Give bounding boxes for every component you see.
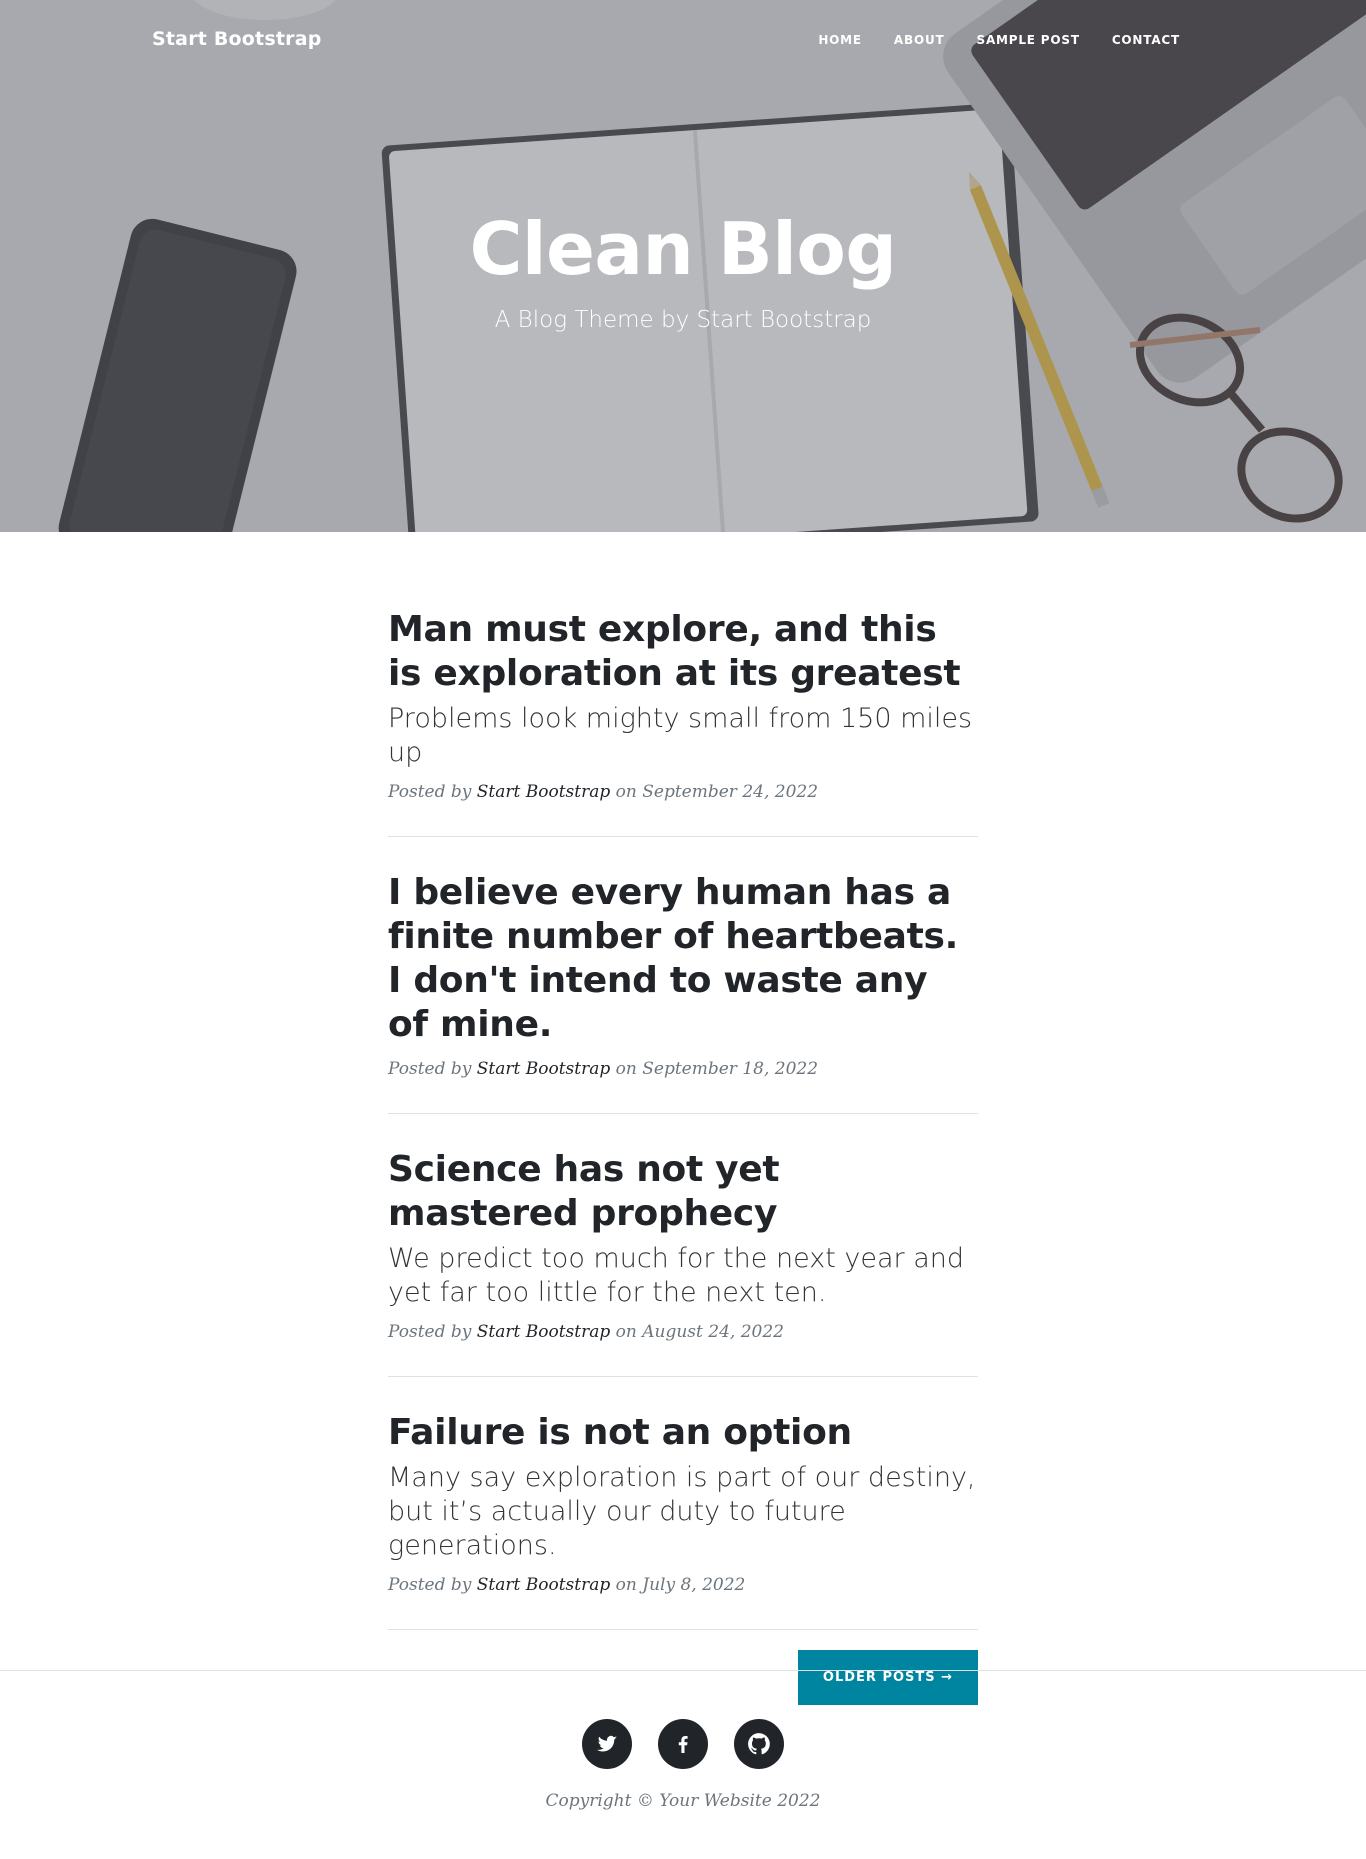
footer: Copyright © Your Website 2022 bbox=[0, 1670, 1366, 1811]
nav-link-contact[interactable]: Contact bbox=[1112, 33, 1180, 47]
post-meta-prefix: Posted by bbox=[388, 1575, 472, 1595]
post-meta-prefix: Posted by bbox=[388, 782, 472, 802]
post-meta-on: on bbox=[615, 782, 637, 802]
facebook-link[interactable] bbox=[658, 1719, 708, 1769]
twitter-link[interactable] bbox=[582, 1719, 632, 1769]
post-meta: Posted by Start Bootstrap on July 8, 202… bbox=[388, 1575, 978, 1595]
post-subtitle: Problems look mighty small from 150 mile… bbox=[388, 703, 973, 768]
github-link[interactable] bbox=[734, 1719, 784, 1769]
post-date: August 24, 2022 bbox=[642, 1322, 784, 1342]
copyright: Copyright © Your Website 2022 bbox=[545, 1791, 821, 1811]
post-link[interactable]: I believe every human has a finite numbe… bbox=[388, 871, 978, 1047]
post-meta-prefix: Posted by bbox=[388, 1322, 472, 1342]
post-list: Man must explore, and this is exploratio… bbox=[388, 532, 978, 1705]
post-meta-on: on bbox=[615, 1575, 637, 1595]
post-subtitle: We predict too much for the next year an… bbox=[388, 1243, 964, 1308]
post-preview: Failure is not an option Many say explor… bbox=[388, 1411, 978, 1630]
post-link[interactable]: Science has not yet mastered prophecy We… bbox=[388, 1148, 978, 1310]
post-meta: Posted by Start Bootstrap on September 2… bbox=[388, 782, 978, 802]
post-link[interactable]: Failure is not an option Many say explor… bbox=[388, 1411, 978, 1563]
post-title: Failure is not an option bbox=[388, 1412, 852, 1453]
post-subtitle: Many say exploration is part of our dest… bbox=[388, 1462, 976, 1561]
post-author-link[interactable]: Start Bootstrap bbox=[477, 1059, 610, 1079]
post-preview: I believe every human has a finite numbe… bbox=[388, 871, 978, 1114]
site-subheading: A Blog Theme by Start Bootstrap bbox=[494, 307, 872, 333]
post-meta-on: on bbox=[615, 1322, 637, 1342]
post-author-link[interactable]: Start Bootstrap bbox=[477, 1575, 610, 1595]
post-preview: Man must explore, and this is exploratio… bbox=[388, 608, 978, 837]
post-title: Man must explore, and this is exploratio… bbox=[388, 609, 961, 694]
social-links bbox=[0, 1719, 1366, 1769]
post-meta: Posted by Start Bootstrap on August 24, … bbox=[388, 1322, 978, 1342]
post-meta-on: on bbox=[615, 1059, 637, 1079]
github-icon bbox=[748, 1733, 770, 1755]
nav-link-sample-post[interactable]: Sample Post bbox=[977, 33, 1080, 47]
post-date: September 24, 2022 bbox=[642, 782, 819, 802]
site-heading: Clean Blog A Blog Theme by Start Bootstr… bbox=[0, 205, 1366, 333]
post-author-link[interactable]: Start Bootstrap bbox=[477, 782, 610, 802]
post-author-link[interactable]: Start Bootstrap bbox=[477, 1322, 610, 1342]
masthead: Start Bootstrap Home About Sample Post C… bbox=[0, 0, 1366, 532]
post-meta-prefix: Posted by bbox=[388, 1059, 472, 1079]
twitter-icon bbox=[597, 1735, 617, 1752]
post-meta: Posted by Start Bootstrap on September 1… bbox=[388, 1059, 978, 1079]
navbar: Start Bootstrap Home About Sample Post C… bbox=[0, 0, 1366, 82]
nav-link-home[interactable]: Home bbox=[818, 33, 862, 47]
post-preview: Science has not yet mastered prophecy We… bbox=[388, 1148, 978, 1377]
post-date: July 8, 2022 bbox=[642, 1575, 746, 1595]
post-title: I believe every human has a finite numbe… bbox=[388, 872, 958, 1045]
post-link[interactable]: Man must explore, and this is exploratio… bbox=[388, 608, 978, 770]
navbar-brand[interactable]: Start Bootstrap bbox=[152, 28, 322, 50]
post-title: Science has not yet mastered prophecy bbox=[388, 1149, 780, 1234]
post-date: September 18, 2022 bbox=[642, 1059, 819, 1079]
nav-link-about[interactable]: About bbox=[894, 33, 945, 47]
site-title: Clean Blog bbox=[469, 207, 897, 291]
nav-links: Home About Sample Post Contact bbox=[786, 33, 1180, 47]
facebook-icon bbox=[678, 1736, 688, 1753]
